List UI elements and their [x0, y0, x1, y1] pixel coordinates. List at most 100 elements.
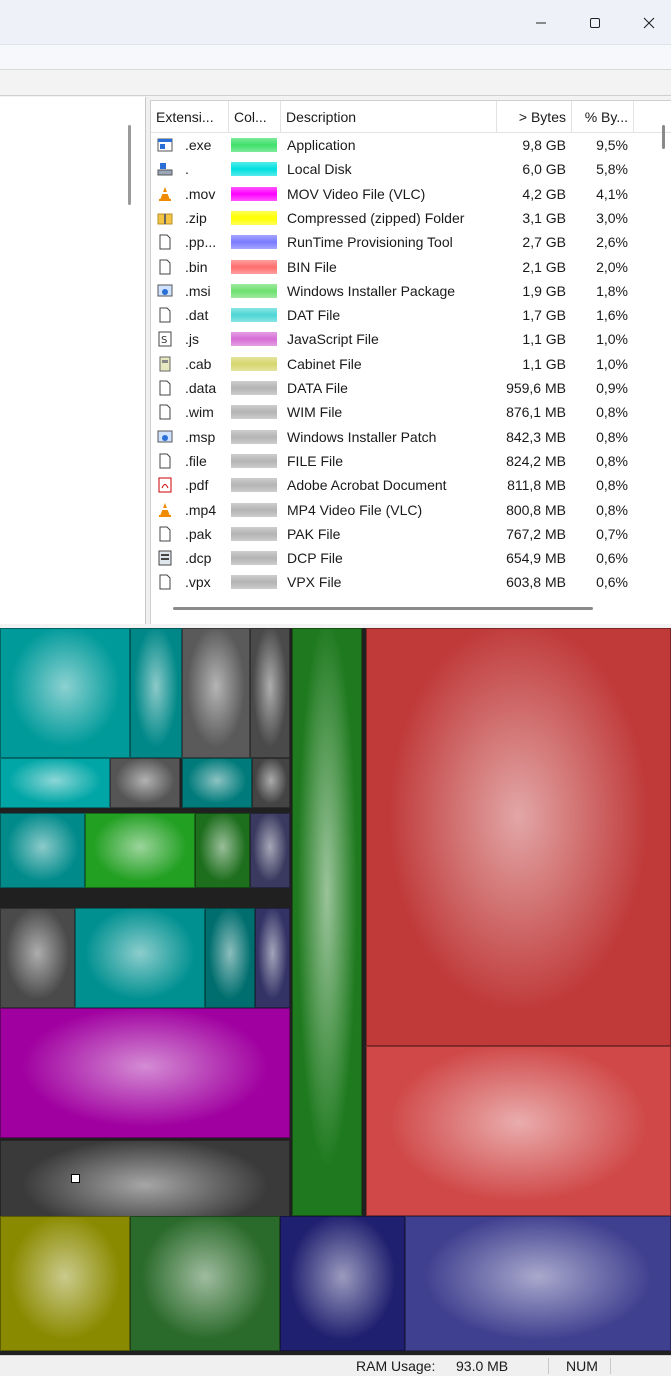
row-extension: . — [185, 161, 189, 178]
list-row[interactable]: .msp Windows Installer Patch 842,3 MB 0,8% — [151, 425, 641, 449]
treemap-block[interactable] — [182, 628, 250, 758]
list-row[interactable]: .cab Cabinet File 1,1 GB 1,0% — [151, 352, 641, 376]
list-row[interactable]: .dat DAT File 1,7 GB 1,6% — [151, 303, 641, 327]
treemap-block[interactable] — [0, 813, 85, 888]
treemap-block[interactable] — [366, 1046, 671, 1216]
minimize-button[interactable] — [514, 0, 568, 45]
row-color-swatch — [231, 453, 277, 468]
row-color-swatch — [231, 283, 277, 298]
row-bytes: 824,2 MB — [506, 452, 566, 469]
row-bytes: 3,1 GB — [522, 209, 566, 226]
list-row[interactable]: .zip Compressed (zipped) Folder 3,1 GB 3,0% — [151, 206, 641, 230]
treemap[interactable] — [0, 628, 671, 1355]
row-bytes: 4,2 GB — [522, 185, 566, 202]
row-color-swatch — [231, 162, 277, 177]
list-row[interactable]: . Local Disk 6,0 GB 5,8% — [151, 157, 641, 181]
list-row[interactable]: .wim WIM File 876,1 MB 0,8% — [151, 400, 641, 424]
treemap-selection-marker — [71, 1174, 80, 1183]
ram-usage-label: RAM Usage: — [356, 1358, 436, 1374]
title-bar — [0, 0, 671, 45]
row-description: DATA File — [287, 380, 348, 396]
list-row[interactable]: .mp4 MP4 Video File (VLC) 800,8 MB 0,8% — [151, 498, 641, 522]
row-bytes: 1,7 GB — [522, 307, 566, 324]
row-percent: 5,8% — [596, 161, 628, 178]
treemap-block[interactable] — [182, 758, 252, 808]
treemap-block[interactable] — [0, 758, 110, 808]
treemap-block[interactable] — [75, 908, 205, 1008]
list-row[interactable]: .mov MOV Video File (VLC) 4,2 GB 4,1% — [151, 182, 641, 206]
treemap-block[interactable] — [205, 908, 255, 1008]
treemap-block[interactable] — [250, 628, 290, 758]
treemap-block[interactable] — [280, 1216, 405, 1351]
treemap-block[interactable] — [250, 813, 290, 888]
column-header-color[interactable]: Col... — [229, 101, 281, 133]
vlc-cone-icon — [157, 186, 173, 202]
treemap-block[interactable] — [292, 628, 362, 1216]
row-description: BIN File — [287, 258, 337, 275]
treemap-block[interactable] — [0, 628, 130, 758]
column-header-extension[interactable]: Extensi... — [151, 101, 229, 133]
blank-file-icon — [157, 307, 173, 323]
row-bytes: 959,6 MB — [506, 380, 566, 396]
list-row[interactable]: .pp... RunTime Provisioning Tool 2,7 GB 2,6… — [151, 230, 641, 254]
treemap-block[interactable] — [255, 908, 290, 1008]
row-extension: .pdf — [185, 477, 209, 494]
row-percent: 0,8% — [596, 452, 628, 469]
treemap-block[interactable] — [0, 1216, 130, 1351]
blank-file-icon — [157, 404, 173, 420]
blank-file-icon — [157, 453, 173, 469]
row-bytes: 6,0 GB — [522, 161, 566, 178]
extension-list-header: Extensi... Col... Description > Bytes % … — [151, 101, 671, 133]
treemap-block[interactable] — [0, 908, 75, 1008]
row-description: Local Disk — [287, 161, 352, 178]
column-header-bytes[interactable]: > Bytes — [497, 101, 572, 133]
row-description: MP4 Video File (VLC) — [287, 501, 423, 518]
tree-scrollbar[interactable] — [128, 125, 131, 205]
row-color-swatch — [231, 575, 277, 590]
blank-file-icon — [157, 574, 173, 590]
list-row[interactable]: .pak PAK File 767,2 MB 0,7% — [151, 522, 641, 546]
close-icon — [643, 17, 655, 28]
row-color-swatch — [231, 381, 277, 395]
row-percent: 0,8% — [596, 428, 628, 445]
treemap-block[interactable] — [405, 1216, 671, 1351]
list-row[interactable]: .data DATA File 959,6 MB 0,9% — [151, 376, 641, 400]
treemap-block[interactable] — [110, 758, 180, 808]
row-percent: 0,8% — [596, 501, 628, 518]
treemap-block[interactable] — [366, 628, 671, 1046]
column-header-percent-bytes[interactable]: % By... — [572, 101, 634, 133]
list-horizontal-scrollbar[interactable] — [173, 607, 593, 610]
list-row[interactable]: .file FILE File 824,2 MB 0,8% — [151, 449, 641, 473]
list-row[interactable]: .pdf Adobe Acrobat Document 811,8 MB 0,8% — [151, 473, 641, 497]
blank-file-icon — [157, 234, 173, 250]
extension-list[interactable]: Extensi... Col... Description > Bytes % … — [150, 100, 671, 624]
row-percent: 0,7% — [596, 525, 628, 542]
column-header-description[interactable]: Description — [281, 101, 497, 133]
list-row[interactable]: .vpx VPX File 603,8 MB 0,6% — [151, 570, 641, 594]
toolbar — [0, 70, 671, 96]
row-extension: .dat — [185, 307, 209, 324]
list-row[interactable]: .msi Windows Installer Package 1,9 GB 1,8% — [151, 279, 641, 303]
list-row[interactable]: .exe Application 9,8 GB 9,5% — [151, 133, 641, 157]
list-row[interactable]: .bin BIN File 2,1 GB 2,0% — [151, 255, 641, 279]
row-bytes: 811,8 MB — [507, 477, 566, 494]
treemap-block[interactable] — [130, 628, 182, 758]
maximize-button[interactable] — [568, 0, 622, 45]
treemap-block[interactable] — [85, 813, 195, 888]
list-row[interactable]: .dcp DCP File 654,9 MB 0,6% — [151, 546, 641, 570]
script-icon: S — [157, 331, 173, 347]
treemap-block[interactable] — [0, 1008, 290, 1138]
list-vertical-scrollbar[interactable] — [662, 125, 665, 149]
treemap-block[interactable] — [130, 1216, 280, 1351]
installer-icon — [157, 429, 173, 445]
row-percent: 3,0% — [596, 209, 628, 226]
treemap-block[interactable] — [252, 758, 290, 808]
row-color-swatch — [231, 478, 277, 493]
close-button[interactable] — [622, 0, 671, 45]
row-extension: .vpx — [185, 574, 211, 591]
treemap-block[interactable] — [195, 813, 250, 888]
list-row[interactable]: S .js JavaScript File 1,1 GB 1,0% — [151, 327, 641, 351]
blank-file-icon — [157, 259, 173, 275]
row-extension: .pak — [185, 525, 212, 542]
directory-tree-pane[interactable] — [0, 97, 146, 624]
